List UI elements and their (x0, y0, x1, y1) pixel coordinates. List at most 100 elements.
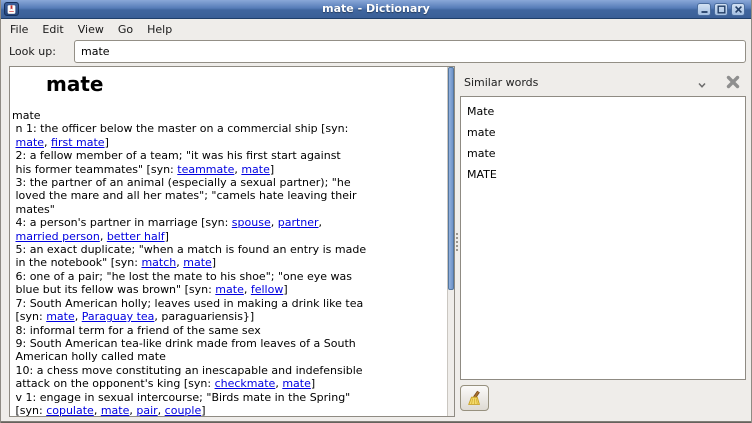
titlebar: mate - Dictionary (1, 0, 751, 19)
synonym-link[interactable]: first mate (51, 136, 105, 149)
definition-text: 7: South American holly; leaves used in … (12, 297, 363, 310)
menu-item-help[interactable]: Help (140, 21, 179, 38)
headword: mate (46, 72, 103, 96)
definition-line: blue but its fellow was brown" [syn: mat… (12, 283, 444, 296)
definition-text: attack on the opponent's king [syn: (12, 377, 215, 390)
definition-line: his former teammates" [syn: teammate, ma… (12, 163, 444, 176)
close-button[interactable] (731, 3, 745, 16)
definition-line: 10: a chess move constituting an inescap… (12, 364, 444, 377)
definition-text: , paraguariensis}] (154, 310, 254, 323)
definition-text: , (158, 404, 165, 417)
synonym-link[interactable]: mate (282, 377, 311, 390)
definition-text: , (244, 283, 251, 296)
definition-text: American holly called mate (12, 350, 166, 363)
similar-word-item[interactable]: mate (461, 143, 745, 164)
synonym-link[interactable]: mate (46, 310, 75, 323)
pane-separator-grip[interactable] (456, 233, 458, 253)
menu-item-view[interactable]: View (71, 21, 111, 38)
definition-text: blue but its fellow was brown" [syn: (12, 283, 215, 296)
similar-word-item[interactable]: MATE (461, 164, 745, 185)
definition-line: n 1: the officer below the master on a c… (12, 122, 444, 135)
definition-text: 5: an exact duplicate; "when a match is … (12, 243, 366, 256)
broom-icon (466, 390, 483, 407)
menu-item-file[interactable]: File (3, 21, 35, 38)
similar-word-item[interactable]: mate (461, 122, 745, 143)
definition-scrollbar[interactable] (447, 67, 454, 416)
sidebar-close-button[interactable] (724, 73, 742, 95)
minimize-icon (699, 4, 710, 15)
definition-line: v 1: engage in sexual intercourse; "Bird… (12, 391, 444, 404)
chevron-down-icon[interactable] (696, 76, 708, 95)
window-title: mate - Dictionary (1, 0, 751, 19)
definition-text: [syn: (12, 404, 46, 417)
synonym-link[interactable]: mate (101, 404, 130, 417)
definition-line: loved the mare and all her mates"; "came… (12, 189, 444, 202)
definition-text: 10: a chess move constituting an inescap… (12, 364, 363, 377)
definition-text: n 1: the officer below the master on a c… (12, 122, 348, 135)
definition-line: 2: a fellow member of a team; "it was hi… (12, 149, 444, 162)
definition-text: 6: one of a pair; "he lost the mate to h… (12, 270, 352, 283)
definition-text: ] (201, 404, 205, 417)
definition-text: v 1: engage in sexual intercourse; "Bird… (12, 391, 350, 404)
definition-text: mate (12, 109, 41, 122)
definition-text: ] (165, 230, 169, 243)
definition-text: ] (105, 136, 109, 149)
synonym-link[interactable]: Paraguay tea (82, 310, 155, 323)
definition-text: 9: South American tea-like drink made fr… (12, 337, 356, 350)
menubar: FileEditViewGoHelp (1, 20, 751, 39)
synonym-link[interactable]: mate (241, 163, 270, 176)
similar-words-header: Similar words (460, 70, 746, 96)
definition-text: ] (270, 163, 274, 176)
synonym-link[interactable]: couple (165, 404, 202, 417)
synonym-link[interactable]: teammate (177, 163, 234, 176)
synonym-link[interactable]: spouse (232, 216, 271, 229)
synonym-link[interactable]: mate (183, 256, 212, 269)
definition-line: mate, first mate] (12, 136, 444, 149)
lookup-input[interactable] (74, 40, 746, 63)
synonym-link[interactable]: fellow (251, 283, 283, 296)
synonym-link[interactable]: match (141, 256, 176, 269)
synonym-link[interactable]: better half (107, 230, 165, 243)
menu-item-go[interactable]: Go (111, 21, 140, 38)
definition-text: , (271, 216, 278, 229)
scrollbar-thumb[interactable] (448, 67, 454, 290)
window-controls (697, 3, 745, 16)
definition-text: , (75, 310, 82, 323)
synonym-link[interactable]: mate (215, 283, 244, 296)
clear-button[interactable] (460, 385, 489, 411)
definition-line: [syn: copulate, mate, pair, couple] (12, 404, 444, 417)
synonym-link[interactable]: checkmate (215, 377, 276, 390)
similar-words-title: Similar words (464, 76, 538, 89)
synonym-link[interactable]: copulate (46, 404, 94, 417)
minimize-button[interactable] (697, 3, 711, 16)
definition-text: in the notebook" [syn: (12, 256, 141, 269)
definition-text: [syn: (12, 310, 46, 323)
maximize-button[interactable] (714, 3, 728, 16)
definition-panel: mate mate n 1: the officer below the mas… (9, 66, 455, 417)
definition-text: ] (283, 283, 287, 296)
definition-line: mates" (12, 203, 444, 216)
synonym-link[interactable]: partner (278, 216, 319, 229)
close-icon (733, 4, 744, 15)
menu-item-edit[interactable]: Edit (35, 21, 70, 38)
definition-line: 5: an exact duplicate; "when a match is … (12, 243, 444, 256)
dictionary-window: mate - Dictionary FileEditViewGoHelp (0, 0, 752, 423)
similar-words-list: MatematemateMATE (460, 96, 746, 380)
definition-line: in the notebook" [syn: match, mate] (12, 256, 444, 269)
definition-text: 8: informal term for a friend of the sam… (12, 324, 261, 337)
synonym-link[interactable]: pair (136, 404, 157, 417)
definition-text: loved the mare and all her mates"; "came… (12, 189, 357, 202)
similar-word-item[interactable]: Mate (461, 101, 745, 122)
definition-line: 6: one of a pair; "he lost the mate to h… (12, 270, 444, 283)
definition-line: [syn: mate, Paraguay tea, paraguariensis… (12, 310, 444, 323)
definition-text: , (100, 230, 107, 243)
definition-text: 2: a fellow member of a team; "it was hi… (12, 149, 341, 162)
definition-line: 3: the partner of an animal (especially … (12, 176, 444, 189)
definition-text: , (44, 136, 51, 149)
definition-text: ] (212, 256, 216, 269)
synonym-link[interactable]: mate (16, 136, 45, 149)
definition-line: American holly called mate (12, 350, 444, 363)
definition-text: 4: a person's partner in marriage [syn: (12, 216, 232, 229)
definition-line: 7: South American holly; leaves used in … (12, 297, 444, 310)
synonym-link[interactable]: married person (16, 230, 100, 243)
